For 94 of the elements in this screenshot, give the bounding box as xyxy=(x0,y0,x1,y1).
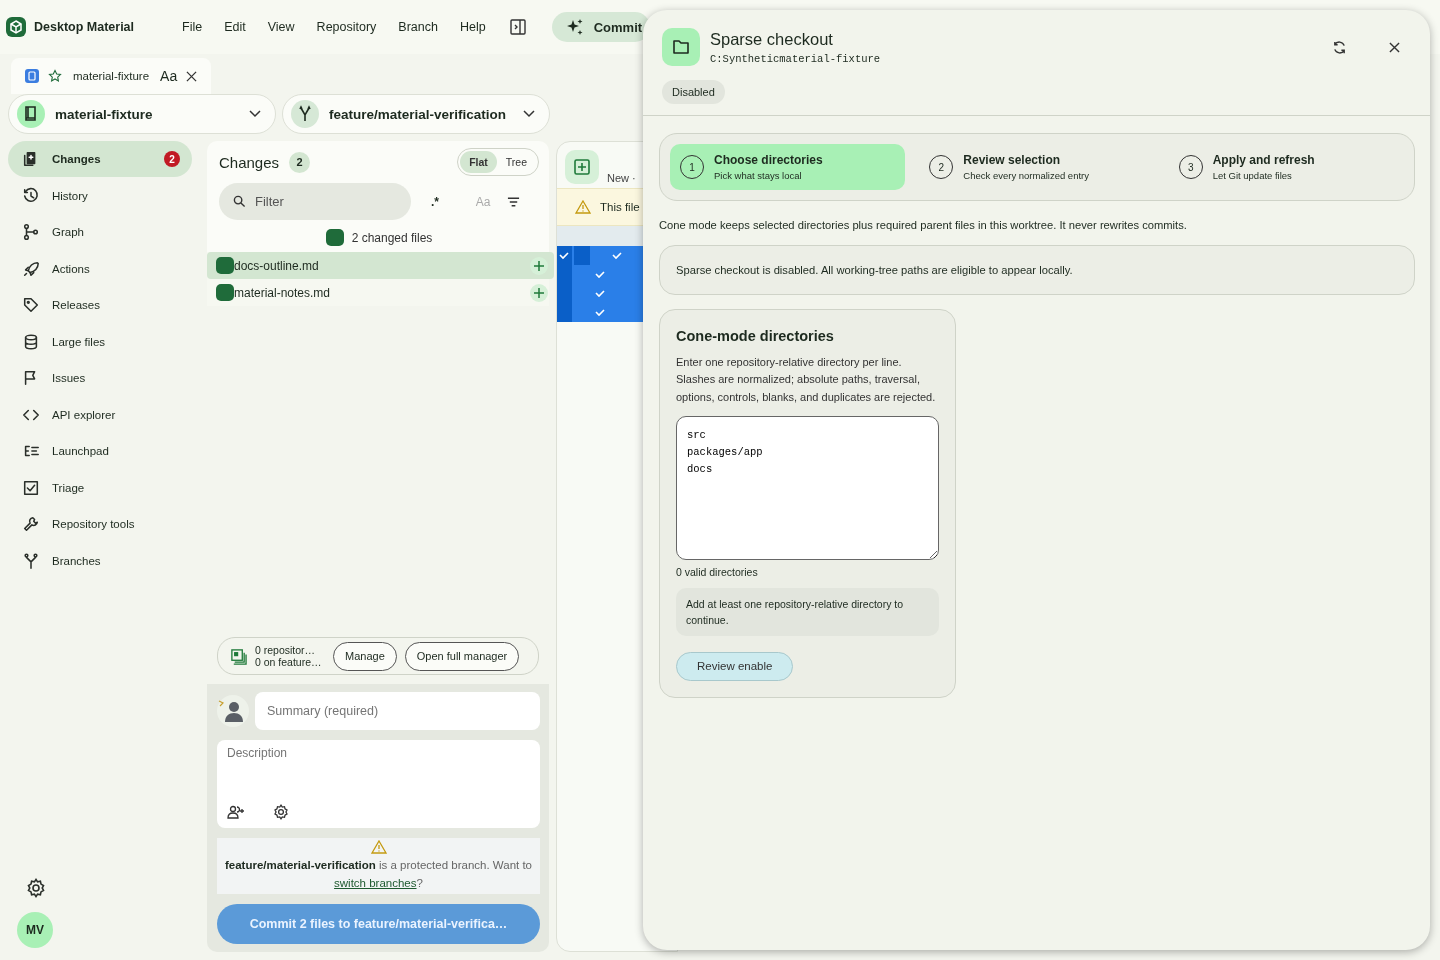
app-logo-icon xyxy=(6,17,26,37)
status-message: Sparse checkout is disabled. All working-tree paths are eligible to appear locally. xyxy=(659,245,1415,295)
plus-icon[interactable] xyxy=(530,283,548,302)
app-title: Desktop Material xyxy=(34,20,135,34)
sidebar-item[interactable]: Triage xyxy=(8,469,192,506)
menu-item[interactable]: Help xyxy=(459,20,486,34)
file-name: docs-outline.md xyxy=(234,258,320,273)
sidebar-item[interactable]: Issues xyxy=(8,360,192,396)
menu-item[interactable]: Branch xyxy=(398,20,438,34)
file-status-icon xyxy=(325,229,344,246)
switch-branches-link[interactable]: switch branches xyxy=(334,877,417,889)
repository-tab[interactable]: material-fixture Aa xyxy=(11,58,212,94)
menu-item[interactable]: View xyxy=(267,20,295,34)
database-icon xyxy=(22,332,40,351)
diff-file-label: New · xyxy=(607,172,636,184)
menu-item[interactable]: Edit xyxy=(224,20,246,34)
search-icon xyxy=(233,195,246,208)
filter-icon[interactable] xyxy=(507,196,520,207)
sidebar-item[interactable]: Graph xyxy=(8,214,192,250)
intro-text: Cone mode keeps selected directories plus required parent files in this worktree. It never rewrites commits. xyxy=(659,219,1188,231)
regex-toggle[interactable]: .* xyxy=(411,194,459,209)
repository-path: C:Syntheticmaterial-fixture xyxy=(710,52,882,65)
sidebar-item[interactable]: Changes 2 xyxy=(8,141,192,177)
file-row[interactable]: material-notes.md xyxy=(207,279,554,306)
sidebar-item[interactable]: API explorer xyxy=(8,396,192,433)
banner-text: This file xyxy=(600,201,640,213)
star-icon[interactable] xyxy=(48,69,62,83)
file-row[interactable]: docs-outline.md xyxy=(207,252,554,279)
directories-field[interactable]: src packages/app docs xyxy=(676,415,939,560)
sidebar-item[interactable]: Launchpad xyxy=(8,433,192,469)
user-avatar[interactable]: MV xyxy=(17,912,53,948)
plus-icon[interactable] xyxy=(530,256,548,275)
valid-count: 0 valid directories xyxy=(676,565,759,578)
rocket-icon xyxy=(22,259,40,278)
help-text: Enter one repository-relative directory per line. Slashes are normalized; absolute paths, traversal, options, controls, blanks, and duplicates are rejected. xyxy=(676,355,937,405)
dialog-title: Sparse checkout xyxy=(710,29,834,49)
validation-hint: Add at least one repository-relative directory to continue. xyxy=(676,587,939,636)
caret-icon xyxy=(249,110,261,118)
notice-button[interactable]: Open full manager xyxy=(404,641,520,671)
avatar-silhouette-icon xyxy=(217,695,249,727)
fork-icon xyxy=(22,551,40,570)
status-chip: Disabled xyxy=(662,80,725,104)
settings-icon[interactable] xyxy=(26,878,46,898)
menu-item[interactable]: File xyxy=(182,20,203,34)
caret-icon xyxy=(523,110,535,118)
wrench-icon xyxy=(22,515,40,533)
file-status-icon xyxy=(216,257,234,274)
warning-icon xyxy=(575,200,591,214)
settings-icon[interactable] xyxy=(273,804,289,820)
book-icon xyxy=(17,100,45,128)
add-coauthor-icon[interactable] xyxy=(227,805,245,819)
view-mode-tab[interactable]: Tree xyxy=(496,151,536,173)
sidebar-item[interactable]: Large files xyxy=(8,323,192,360)
notice-button[interactable]: Manage xyxy=(333,641,397,671)
added-file-icon xyxy=(565,150,599,184)
changed-files-count: 2 changed files xyxy=(351,230,433,245)
notice-line: 0 on feature… xyxy=(255,656,323,668)
summary-field[interactable]: Summary (required) xyxy=(255,692,540,730)
folder-icon xyxy=(662,28,700,66)
menu-item[interactable]: Repository xyxy=(316,20,377,34)
step[interactable]: 1 Choose directories Pick what stays local xyxy=(670,144,906,190)
sidebar-item[interactable]: Repository tools xyxy=(8,506,192,542)
changes-count: 2 xyxy=(289,151,311,173)
file-status-icon xyxy=(216,284,234,301)
file-name: material-notes.md xyxy=(234,285,332,300)
graph-icon xyxy=(22,223,40,241)
step[interactable]: 3 Apply and refresh Let Git update files xyxy=(1168,144,1404,190)
font-toggle[interactable]: Aa xyxy=(160,68,178,84)
step[interactable]: 2 Review selection Check every normalized entry xyxy=(919,144,1155,190)
review-enable-button[interactable]: Review enable xyxy=(676,651,794,681)
repository-selector[interactable]: material-fixture xyxy=(8,94,276,134)
close-icon[interactable] xyxy=(1389,41,1400,53)
checkbox-icon xyxy=(22,478,40,497)
panel-toggle-icon[interactable] xyxy=(509,19,526,35)
view-mode-tab[interactable]: Flat xyxy=(460,151,497,173)
clock-icon xyxy=(22,186,40,205)
description-field[interactable]: Description xyxy=(217,740,540,804)
book-icon xyxy=(25,69,39,83)
changes-title: Changes xyxy=(219,153,280,171)
protected-branch-warning: feature/material-verification is a protected branch. Want to switch branches? xyxy=(224,858,533,891)
tag-icon xyxy=(22,296,40,314)
close-icon[interactable] xyxy=(186,70,198,82)
branch-icon xyxy=(291,100,319,128)
warning-icon xyxy=(370,840,387,854)
refresh-icon[interactable] xyxy=(1332,39,1347,55)
sidebar-item[interactable]: Branches xyxy=(8,542,192,579)
card-title: Cone-mode directories xyxy=(676,328,835,344)
stacked-pages-icon xyxy=(230,647,247,665)
branch-selector[interactable]: feature/material-verification xyxy=(282,94,550,134)
sidebar-item[interactable]: Releases xyxy=(8,287,192,323)
notice-line: 0 repositor… xyxy=(255,644,317,656)
sidebar-item[interactable]: History xyxy=(8,177,192,214)
sidebar-item[interactable]: Actions xyxy=(8,250,192,287)
filter-field[interactable]: Filter xyxy=(219,183,411,220)
